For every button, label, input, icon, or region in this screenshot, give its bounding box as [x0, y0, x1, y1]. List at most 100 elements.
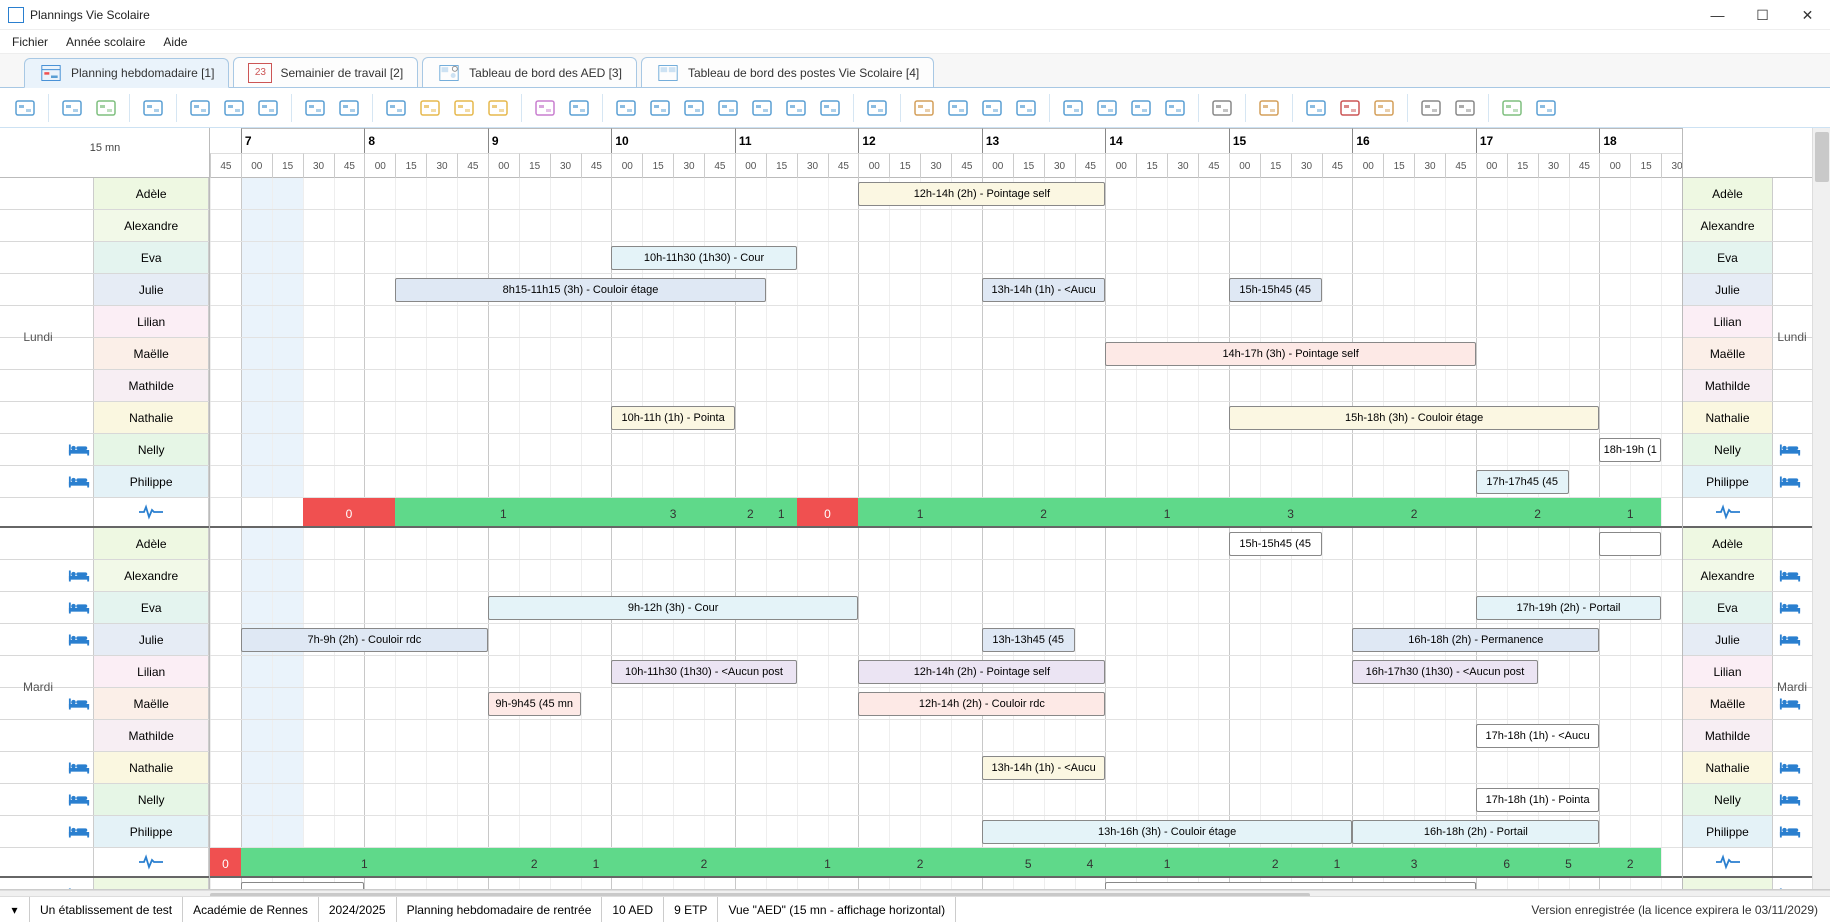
person-name[interactable]: Eva	[94, 242, 209, 273]
toolbar-button[interactable]	[1497, 93, 1527, 123]
toolbar-button[interactable]	[611, 93, 641, 123]
menu-help[interactable]: Aide	[163, 35, 187, 49]
toolbar-button[interactable]	[1207, 93, 1237, 123]
toolbar-button[interactable]	[381, 93, 411, 123]
toolbar-button[interactable]	[943, 93, 973, 123]
event[interactable]: 10h-11h (1h) - Pointa	[611, 406, 735, 430]
person-name[interactable]: Julie	[94, 624, 209, 655]
event[interactable]: 7h-8h (1h) - Portail	[241, 882, 365, 889]
event[interactable]: 15h-15h45 (45	[1229, 278, 1322, 302]
status-caret[interactable]: ▾	[0, 897, 30, 922]
event[interactable]: 16h-18h (2h) - Portail	[1352, 820, 1599, 844]
toolbar-button[interactable]	[1092, 93, 1122, 123]
window-close[interactable]: ✕	[1785, 0, 1830, 30]
vertical-scrollbar[interactable]	[1812, 128, 1830, 889]
person-name[interactable]: Nelly	[94, 784, 209, 815]
toolbar-button[interactable]	[334, 93, 364, 123]
event[interactable]: 9h-12h (3h) - Cour	[488, 596, 859, 620]
toolbar-button[interactable]	[91, 93, 121, 123]
toolbar-button[interactable]	[415, 93, 445, 123]
person-name[interactable]: Maëlle	[94, 338, 209, 369]
toolbar-button[interactable]	[564, 93, 594, 123]
toolbar-button[interactable]	[645, 93, 675, 123]
toolbar-button[interactable]	[1531, 93, 1561, 123]
toolbar-button[interactable]	[747, 93, 777, 123]
toolbar-button[interactable]	[862, 93, 892, 123]
person-name[interactable]: Lilian	[94, 306, 209, 337]
event[interactable]: 8h15-11h15 (3h) - Couloir étage	[395, 278, 766, 302]
toolbar-button[interactable]	[1126, 93, 1156, 123]
event[interactable]: 17h-18h (1h) - <Aucu	[1476, 724, 1600, 748]
toolbar-button[interactable]	[1369, 93, 1399, 123]
event[interactable]: 17h-19h (2h) - Portail	[1476, 596, 1661, 620]
toolbar-button[interactable]	[1058, 93, 1088, 123]
toolbar-button[interactable]	[138, 93, 168, 123]
window-minimize[interactable]: —	[1695, 0, 1740, 30]
event[interactable]: 15h-18h (3h) - Couloir étage	[1229, 406, 1600, 430]
toolbar-button[interactable]	[300, 93, 330, 123]
tab-dash-postes[interactable]: Tableau de bord des postes Vie Scolaire …	[641, 57, 934, 87]
toolbar-button[interactable]	[57, 93, 87, 123]
toolbar-button[interactable]	[530, 93, 560, 123]
event[interactable]: 10h-11h30 (1h30) - Cour	[611, 246, 796, 270]
person-name[interactable]: Philippe	[94, 816, 209, 847]
toolbar-button[interactable]	[185, 93, 215, 123]
window-maximize[interactable]: ☐	[1740, 0, 1785, 30]
toolbar-button[interactable]	[977, 93, 1007, 123]
event[interactable]: 9h-9h45 (45 mn	[488, 692, 581, 716]
event[interactable]: 13h-14h (1h) - <Aucu	[982, 278, 1106, 302]
event[interactable]	[1599, 532, 1661, 556]
tab-semainier[interactable]: 23 Semainier de travail [2]	[233, 57, 418, 87]
event[interactable]: 17h-17h45 (45	[1476, 470, 1569, 494]
person-name[interactable]: Mathilde	[94, 720, 209, 751]
toolbar-button[interactable]	[1160, 93, 1190, 123]
person-name[interactable]: Nathalie	[94, 402, 209, 433]
event[interactable]: 10h-11h30 (1h30) - <Aucun post	[611, 660, 796, 684]
toolbar-button[interactable]	[1335, 93, 1365, 123]
toolbar-button[interactable]	[1450, 93, 1480, 123]
toolbar-button[interactable]	[1254, 93, 1284, 123]
toolbar-button[interactable]	[219, 93, 249, 123]
toolbar-button[interactable]	[909, 93, 939, 123]
toolbar-button[interactable]	[713, 93, 743, 123]
toolbar-button[interactable]	[483, 93, 513, 123]
person-name[interactable]: Maëlle	[94, 688, 209, 719]
event[interactable]: 18h-19h (1	[1599, 438, 1661, 462]
toolbar-button[interactable]	[449, 93, 479, 123]
event[interactable]: 16h-18h (2h) - Permanence	[1352, 628, 1599, 652]
person-name[interactable]: Nelly	[94, 434, 209, 465]
event[interactable]: 14h-17h (3h) - Couloir étage	[1105, 882, 1476, 889]
person-name[interactable]: Julie	[94, 274, 209, 305]
event[interactable]: 13h-14h (1h) - <Aucu	[982, 756, 1106, 780]
tab-planning[interactable]: Planning hebdomadaire [1]	[24, 58, 229, 88]
person-name[interactable]: Adèle	[94, 528, 209, 559]
toolbar-button[interactable]	[1416, 93, 1446, 123]
center-pane[interactable]: 7891011121314151617184500153045001530450…	[210, 128, 1682, 889]
event[interactable]: 13h-13h45 (45	[982, 628, 1075, 652]
person-name[interactable]: Mathilde	[94, 370, 209, 401]
toolbar-button[interactable]	[815, 93, 845, 123]
event[interactable]: 12h-14h (2h) - Pointage self	[858, 660, 1105, 684]
person-name[interactable]: Lilian	[94, 656, 209, 687]
toolbar-button[interactable]	[1011, 93, 1041, 123]
toolbar-button[interactable]	[781, 93, 811, 123]
event[interactable]: 7h-9h (2h) - Couloir rdc	[241, 628, 488, 652]
toolbar-button[interactable]	[253, 93, 283, 123]
menu-year[interactable]: Année scolaire	[66, 35, 145, 49]
event[interactable]: 17h-18h (1h) - Pointa	[1476, 788, 1600, 812]
menu-file[interactable]: Fichier	[12, 35, 48, 49]
event[interactable]: 15h-15h45 (45	[1229, 532, 1322, 556]
vertical-scroll-thumb[interactable]	[1815, 132, 1829, 182]
person-name[interactable]: Alexandre	[94, 560, 209, 591]
person-name[interactable]: Nathalie	[94, 752, 209, 783]
toolbar-button[interactable]	[679, 93, 709, 123]
event[interactable]: 13h-16h (3h) - Couloir étage	[982, 820, 1353, 844]
toolbar-button[interactable]	[1301, 93, 1331, 123]
person-name[interactable]: Alexandre	[94, 210, 209, 241]
event[interactable]: 16h-17h30 (1h30) - <Aucun post	[1352, 660, 1537, 684]
event[interactable]: 12h-14h (2h) - Pointage self	[858, 182, 1105, 206]
person-name[interactable]: Philippe	[94, 466, 209, 497]
person-name[interactable]: Adèle	[94, 178, 209, 209]
toolbar-button[interactable]	[10, 93, 40, 123]
person-name[interactable]: Eva	[94, 592, 209, 623]
